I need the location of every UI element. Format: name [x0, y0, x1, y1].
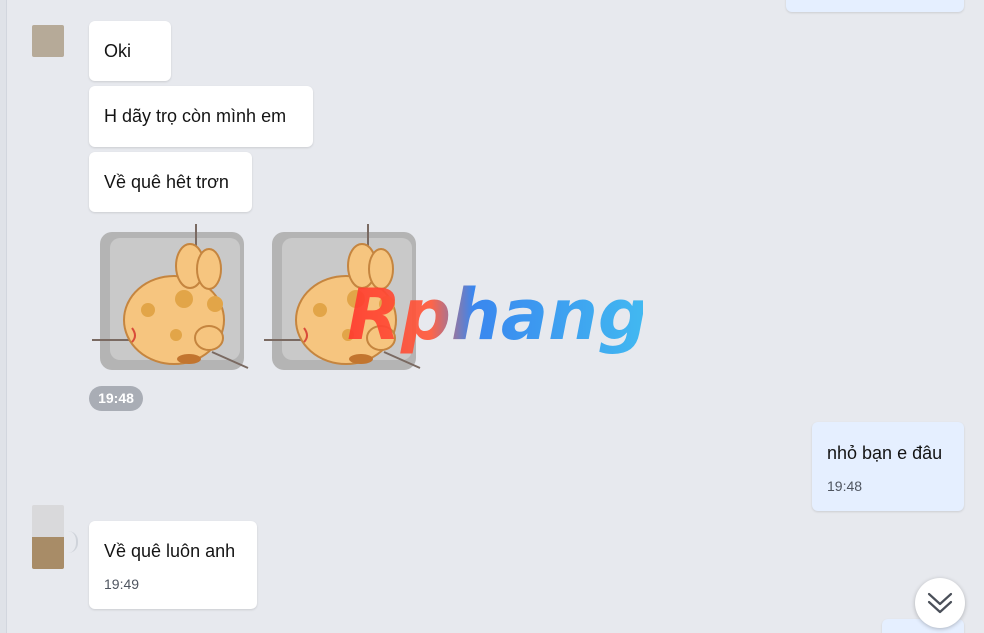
chat-message-list[interactable]: Oki H dãy trọ còn mình em Về quê hêt trơ…	[0, 0, 984, 633]
incoming-message-bubble[interactable]: H dãy trọ còn mình em	[89, 86, 313, 147]
message-timestamp: 19:49	[104, 576, 140, 592]
sticker-timestamp: 19:48	[89, 386, 143, 411]
incoming-message-bubble[interactable]: Oki	[89, 21, 171, 81]
svg-text:Rphang: Rphang	[347, 274, 643, 356]
message-text: Về quê hêt trơn	[104, 172, 229, 192]
hamster-sticker-icon[interactable]	[92, 222, 252, 374]
message-text: Oki	[104, 41, 131, 61]
message-text: H dãy trọ còn mình em	[104, 106, 287, 126]
avatar-status-ring	[68, 531, 78, 553]
message-timestamp: 19:48	[827, 478, 863, 494]
incoming-message-bubble[interactable]: Về quê hêt trơn	[89, 152, 252, 212]
contact-avatar[interactable]	[32, 25, 64, 57]
incoming-message-bubble[interactable]: Về quê luôn anh 19:49	[89, 521, 257, 609]
outgoing-message-bubble-partial-top[interactable]	[786, 0, 964, 12]
contact-avatar[interactable]	[32, 505, 64, 569]
scroll-to-bottom-button[interactable]	[915, 578, 965, 628]
message-text: nhỏ bạn e đâu	[827, 443, 943, 463]
panel-divider	[0, 0, 7, 633]
double-chevron-down-icon	[927, 592, 953, 614]
message-text: Về quê luôn anh	[104, 541, 236, 561]
outgoing-message-bubble[interactable]: nhỏ bạn e đâu 19:48	[812, 422, 964, 511]
watermark-logo: Rphang	[347, 274, 643, 356]
